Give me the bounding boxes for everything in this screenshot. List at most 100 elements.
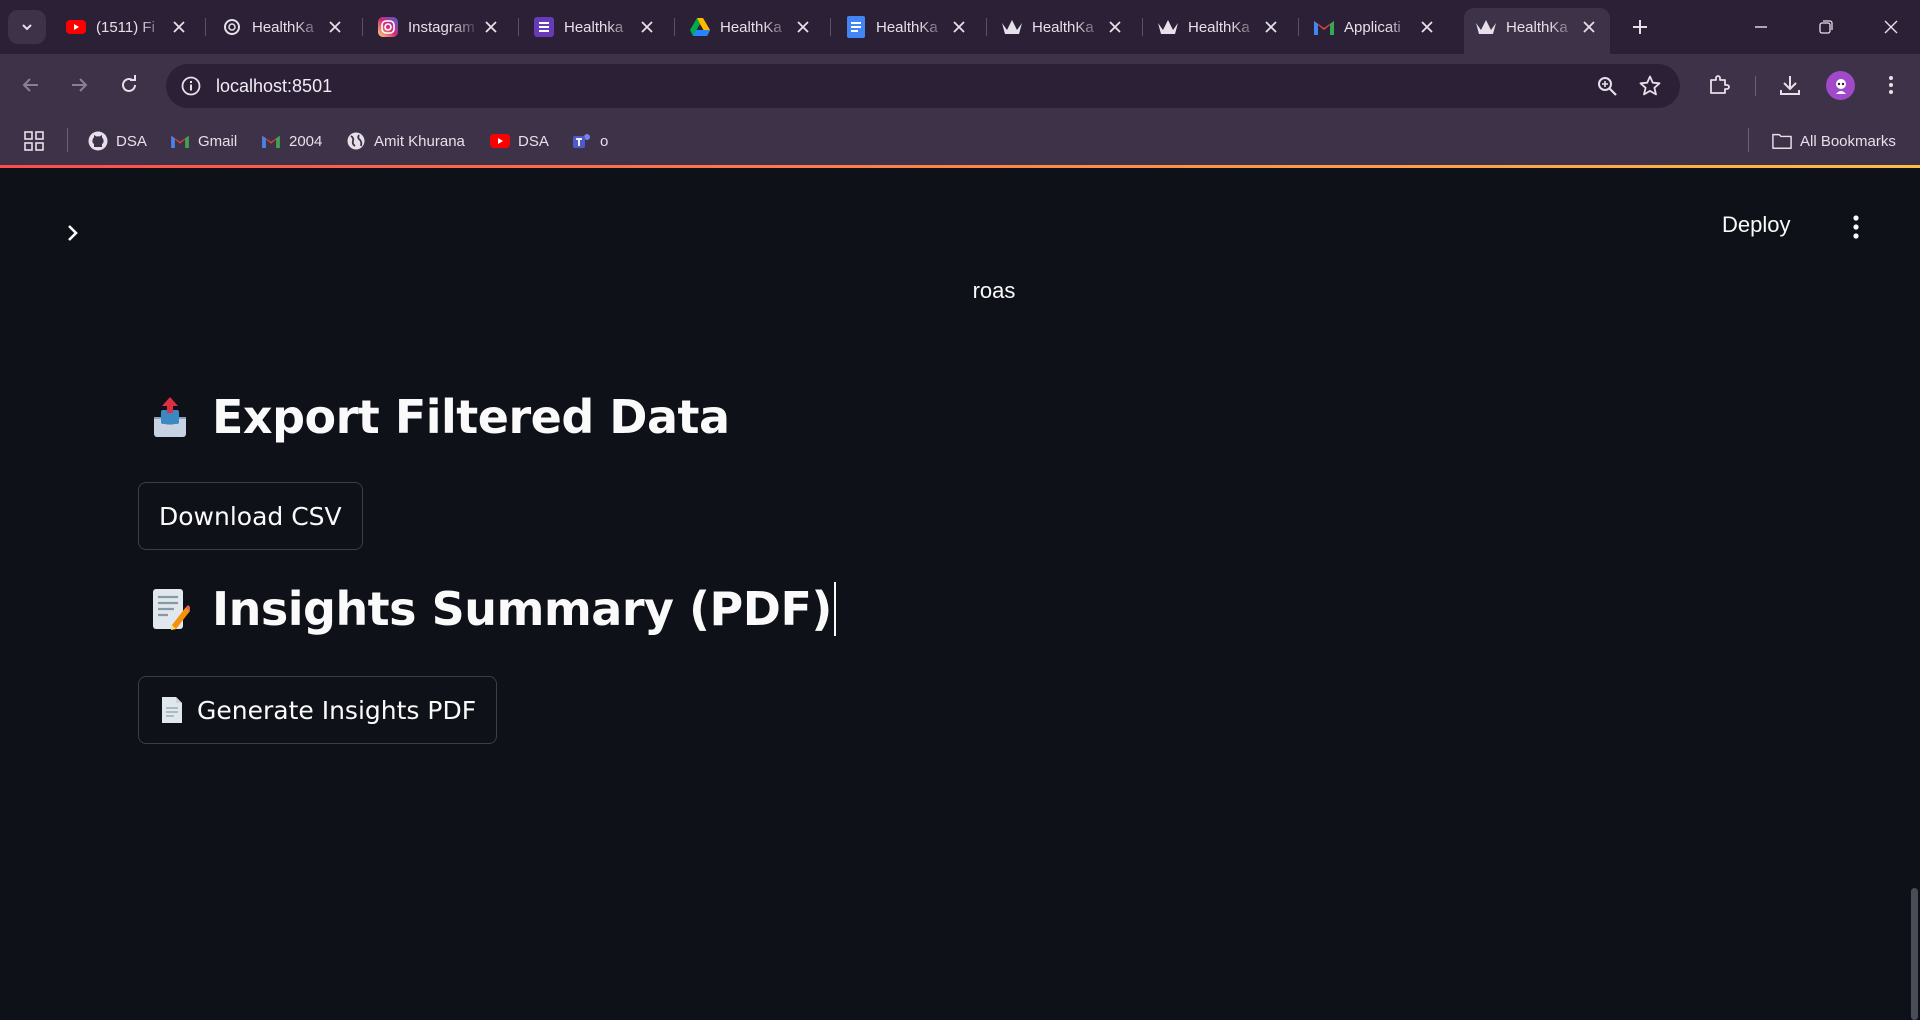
forms-icon [534,17,554,37]
bookmark-label: Gmail [198,132,238,150]
insights-heading-text: Insights Summary (PDF) [212,582,832,636]
gmail-icon [261,131,281,151]
plus-icon [1633,20,1647,34]
close-icon[interactable] [636,16,658,38]
app-menu-button[interactable] [1846,212,1866,242]
bookmark-teams[interactable]: o [572,128,608,154]
browser-toolbar: localhost:8501 [0,54,1920,116]
bookmark-2004[interactable]: 2004 [261,128,322,154]
close-icon[interactable] [1104,16,1126,38]
tab-title: (1511) Fi [96,18,155,36]
back-button[interactable] [16,70,46,100]
close-icon[interactable] [1260,16,1282,38]
close-icon [1884,20,1898,34]
bookmark-label: o [600,132,609,150]
zoom-icon[interactable] [1596,75,1618,97]
tab-search-button[interactable] [8,10,46,44]
tab-title: HealthKa [720,18,782,36]
minimize-icon [1755,26,1767,28]
puzzle-icon [1710,75,1730,94]
chevron-right-icon [68,225,78,241]
bookmark-label: DSA [116,132,147,150]
forward-button[interactable] [64,70,94,100]
site-info-icon[interactable] [180,75,202,97]
youtube-icon [490,131,510,151]
tab-title: HealthKa [876,18,938,36]
export-heading-text: Export Filtered Data [212,390,730,444]
chart-label: roas [972,278,1016,303]
tab-title: HealthKa [252,18,314,36]
drive-icon [690,17,710,37]
apps-button[interactable] [24,128,52,154]
streamlit-icon [1158,17,1178,37]
page-scrollbar[interactable] [1911,888,1918,1020]
download-csv-button[interactable]: Download CSV [138,482,363,550]
all-bookmarks-button[interactable]: All Bookmarks [1772,128,1896,154]
downloads-button[interactable] [1775,70,1805,100]
address-bar[interactable]: localhost:8501 [166,64,1680,108]
browser-menu-button[interactable] [1876,70,1906,100]
close-window-button[interactable] [1876,12,1906,42]
tab-streamlit[interactable]: HealthKa [990,8,1136,46]
download-icon [1780,76,1800,95]
tab-streamlit[interactable]: HealthKa [1146,8,1292,46]
bookmark-label: 2004 [289,132,323,150]
bookmark-gmail[interactable]: Gmail [170,128,237,154]
minimize-button[interactable] [1746,12,1776,42]
new-tab-button[interactable] [1627,14,1653,40]
tab-drive[interactable]: HealthKa [678,8,824,46]
close-icon[interactable] [480,16,502,38]
tab-chatgpt[interactable]: HealthKa [210,8,356,46]
close-icon[interactable] [792,16,814,38]
bookmark-dsa-youtube[interactable]: DSA [490,128,549,154]
bookmarks-bar: DSA Gmail 2004 Amit Khurana DSA o All Bo… [0,116,1920,166]
download-csv-label: Download CSV [159,501,342,531]
tab-strip: (1511) Fi HealthKa Instagram Healthka He… [0,0,1920,54]
tab-streamlit-active[interactable]: HealthKa [1464,8,1610,54]
close-icon[interactable] [324,16,346,38]
close-icon[interactable] [948,16,970,38]
chatgpt-icon [222,17,242,37]
extensions-button[interactable] [1704,70,1734,100]
generate-insights-pdf-button[interactable]: Generate Insights PDF [138,676,498,744]
text-cursor [833,582,836,636]
reload-button[interactable] [114,70,144,100]
restore-button[interactable] [1811,12,1841,42]
insights-heading: Insights Summary (PDF) [148,582,836,636]
export-heading: Export Filtered Data [148,390,730,444]
docs-icon [846,16,866,38]
tab-instagram[interactable]: Instagram [366,8,512,46]
bookmark-dsa-github[interactable]: DSA [88,128,147,154]
streamlit-icon [1002,17,1022,37]
streamlit-icon [1476,17,1496,37]
tab-title: Instagram [408,18,475,36]
profile-icon [1835,78,1846,94]
instagram-icon [378,17,398,37]
arrow-right-icon [72,78,88,92]
profile-avatar[interactable] [1826,71,1855,100]
tab-forms[interactable]: Healthka [522,8,668,46]
deploy-button[interactable]: Deploy [1722,212,1790,238]
close-icon[interactable] [168,16,190,38]
generate-insights-pdf-label: Generate Insights PDF [197,695,477,725]
tab-youtube[interactable]: (1511) Fi [54,8,200,46]
bookmark-label: Amit Khurana [374,132,465,150]
youtube-icon [66,17,86,37]
outbox-tray-icon [148,395,192,439]
tab-title: HealthKa [1188,18,1250,36]
tab-gmail[interactable]: Applicati [1302,8,1448,46]
bookmark-amit-khurana[interactable]: Amit Khurana [346,128,465,154]
sidebar-expand-button[interactable] [60,220,86,246]
close-icon[interactable] [1578,16,1600,38]
restore-icon [1819,20,1833,34]
github-icon [88,131,108,151]
streamlit-app: Deploy roas Export Filtered Data Downloa… [0,168,1920,1020]
tab-docs[interactable]: HealthKa [834,8,980,46]
apps-grid-icon [24,131,44,151]
bookmark-star-icon[interactable] [1638,74,1662,98]
url-text[interactable]: localhost:8501 [216,76,332,97]
tab-title: HealthKa [1506,18,1568,36]
close-icon[interactable] [1416,16,1438,38]
memo-icon [148,587,192,631]
chevron-down-icon [22,24,32,31]
